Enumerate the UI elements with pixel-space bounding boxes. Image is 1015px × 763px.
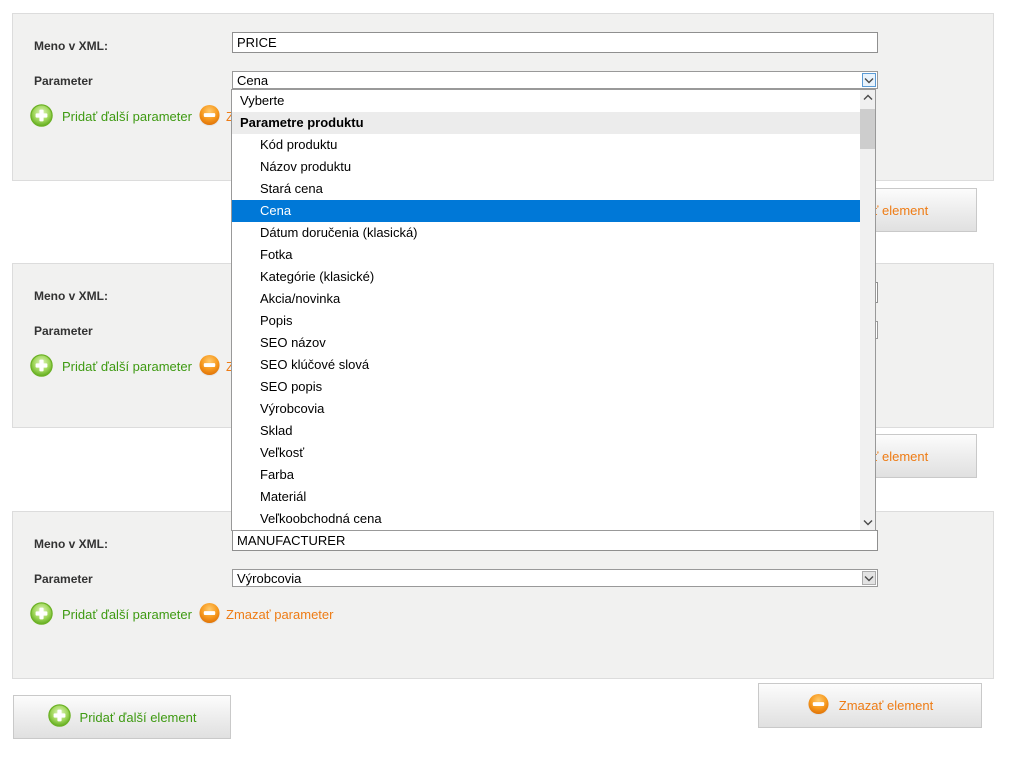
dropdown-option[interactable]: Fotka — [232, 244, 860, 266]
dropdown-option[interactable]: Veľkoobchodná cena — [232, 508, 860, 530]
xml-name-label: Meno v XML: — [34, 289, 108, 303]
parameter-select-value: Cena — [237, 73, 859, 88]
dropdown-option[interactable]: Kód produktu — [232, 134, 860, 156]
xml-name-label: Meno v XML: — [34, 39, 108, 53]
minus-icon — [807, 693, 830, 719]
dropdown-option[interactable]: Stará cena — [232, 178, 860, 200]
dropdown-option[interactable]: Výrobcovia — [232, 398, 860, 420]
dropdown-option[interactable]: Sklad — [232, 420, 860, 442]
delete-parameter-icon[interactable] — [198, 354, 221, 377]
dropdown-option[interactable]: Kategórie (klasické) — [232, 266, 860, 288]
delete-element-label: Zmazať element — [839, 698, 933, 713]
dropdown-option[interactable]: Akcia/novinka — [232, 288, 860, 310]
delete-parameter-icon[interactable] — [198, 602, 221, 625]
dropdown-option[interactable]: SEO popis — [232, 376, 860, 398]
parameter-select[interactable]: Výrobcovia — [232, 569, 878, 587]
scroll-down-icon[interactable] — [860, 515, 875, 530]
dropdown-options: VyberteParametre produktuKód produktuNáz… — [232, 90, 860, 530]
parameter-label: Parameter — [34, 74, 93, 88]
chevron-down-icon[interactable] — [862, 73, 876, 87]
chevron-down-icon[interactable] — [862, 571, 876, 585]
dropdown-option[interactable]: Dátum doručenia (klasická) — [232, 222, 860, 244]
dropdown-scrollbar[interactable] — [860, 90, 875, 530]
dropdown-option[interactable]: Názov produktu — [232, 156, 860, 178]
delete-element-button[interactable]: Zmazať element — [758, 683, 982, 728]
add-parameter-link[interactable]: Pridať ďalší parameter — [62, 607, 192, 622]
xml-name-input[interactable] — [232, 530, 878, 551]
parameter-select-value: Výrobcovia — [237, 571, 859, 586]
dropdown-option[interactable]: SEO klúčové slová — [232, 354, 860, 376]
dropdown-option[interactable]: Veľkosť — [232, 442, 860, 464]
add-element-label: Pridať ďalší element — [80, 710, 197, 725]
add-parameter-icon[interactable] — [30, 104, 53, 127]
parameter-dropdown-list: VyberteParametre produktuKód produktuNáz… — [231, 89, 876, 531]
xml-feed-editor-page: { "panels": [ { "meno_label": "Meno v XM… — [0, 0, 1015, 763]
add-parameter-icon[interactable] — [30, 602, 53, 625]
dropdown-option[interactable]: Farba — [232, 464, 860, 486]
plus-icon — [48, 704, 71, 730]
dropdown-option[interactable]: SEO názov — [232, 332, 860, 354]
parameter-select[interactable]: Cena — [232, 71, 878, 89]
parameter-label: Parameter — [34, 572, 93, 586]
add-element-button[interactable]: Pridať ďalší element — [13, 695, 231, 739]
scrollbar-thumb[interactable] — [860, 109, 875, 149]
parameter-label: Parameter — [34, 324, 93, 338]
dropdown-group-header[interactable]: Parametre produktu — [232, 112, 860, 134]
add-parameter-link[interactable]: Pridať ďalší parameter — [62, 109, 192, 124]
dropdown-option[interactable]: Materiál — [232, 486, 860, 508]
dropdown-option[interactable]: Vyberte — [232, 90, 860, 112]
dropdown-option[interactable]: Cena — [232, 200, 860, 222]
add-parameter-icon[interactable] — [30, 354, 53, 377]
delete-parameter-link[interactable]: Zmazať parameter — [226, 607, 333, 622]
xml-name-label: Meno v XML: — [34, 537, 108, 551]
dropdown-option[interactable]: Popis — [232, 310, 860, 332]
xml-name-input[interactable] — [232, 32, 878, 53]
delete-parameter-icon[interactable] — [198, 104, 221, 127]
add-parameter-link[interactable]: Pridať ďalší parameter — [62, 359, 192, 374]
scroll-up-icon[interactable] — [860, 90, 875, 105]
element-panel-3: Meno v XML: Parameter Výrobcovia Pridať … — [12, 511, 994, 679]
